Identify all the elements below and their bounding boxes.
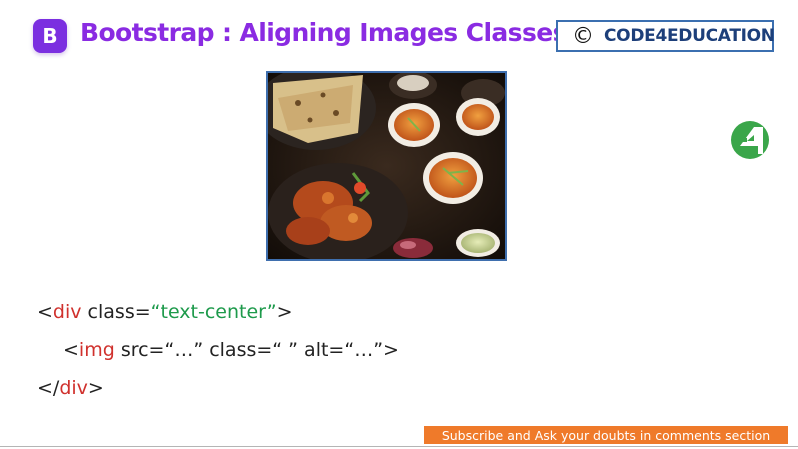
subscribe-banner: Subscribe and Ask your doubts in comment… (424, 426, 788, 444)
bottom-divider (0, 446, 798, 447)
code-img-attributes: src=“…” class=“ ” alt=“…”> (114, 339, 399, 361)
bootstrap-logo-letter: B (42, 24, 58, 48)
copyright-badge: © CODE4EDUCATION (556, 20, 775, 52)
code-snippet: <div class=“text-center”> <img src=“…” c… (37, 298, 399, 412)
code-line-div-close: </div> (37, 374, 399, 412)
food-illustration (268, 73, 505, 259)
code-open-bracket: < (37, 301, 53, 323)
copyright-text: CODE4EDUCATION (604, 26, 775, 46)
code-tag-div: div (52, 301, 82, 323)
code-open-bracket: </ (37, 377, 60, 399)
code-line-img: <img src=“…” class=“ ” alt=“…”> (37, 336, 399, 374)
page-title: Bootstrap : Aligning Images Classes (80, 18, 567, 47)
code-line-div-open: <div class=“text-center”> (37, 298, 399, 336)
bootstrap-logo-icon: B (33, 19, 67, 53)
food-image (266, 71, 507, 261)
code-tag-img: img (78, 339, 115, 361)
code-attr-value: “text-center” (150, 301, 277, 323)
code-close-bracket: > (276, 301, 293, 323)
copyright-icon: © (572, 23, 594, 49)
slide: B Bootstrap : Aligning Images Classes © … (0, 0, 798, 449)
code-close-bracket: > (87, 377, 104, 399)
code-tag-div-close: div (59, 377, 88, 399)
code4education-logo-icon (731, 121, 769, 159)
code-open-bracket: < (63, 339, 79, 361)
code-attr-class: class= (81, 301, 151, 323)
